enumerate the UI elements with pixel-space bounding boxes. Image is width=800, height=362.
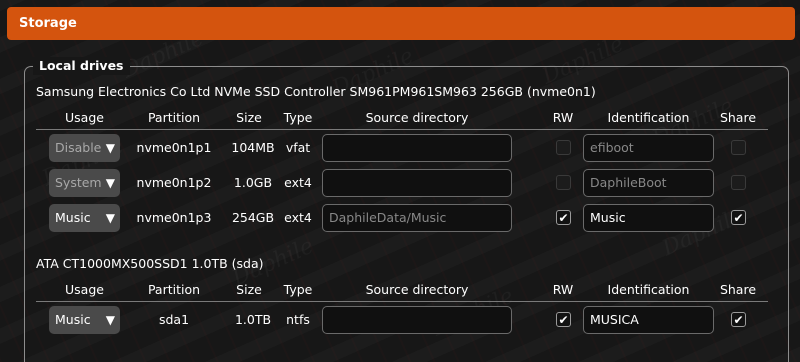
identification-input[interactable]: efiboot xyxy=(583,134,714,162)
drive-title: ATA CT1000MX500SSD1 1.0TB (sda) xyxy=(36,256,264,271)
column-header-usage: Usage xyxy=(65,282,104,297)
local-drives-legend: Local drives xyxy=(33,57,130,75)
partition-size: 1.0GB xyxy=(233,175,273,190)
share-checkbox[interactable]: ✔ xyxy=(731,210,746,225)
column-header-source: Source directory xyxy=(365,282,469,297)
column-header-partition: Partition xyxy=(147,110,201,125)
partition-size: 254GB xyxy=(231,210,275,225)
source-directory-input[interactable] xyxy=(322,169,512,197)
storage-header: Storage xyxy=(7,7,795,40)
rw-checkbox[interactable] xyxy=(556,175,571,190)
header-divider xyxy=(36,301,768,302)
partition-size: 104MB xyxy=(231,140,275,155)
header-divider xyxy=(36,129,768,130)
usage-select-value: Disable xyxy=(55,140,102,155)
rw-checkbox[interactable] xyxy=(556,140,571,155)
identification-input[interactable]: DaphileBoot xyxy=(583,169,714,197)
drive-title: Samsung Electronics Co Ltd NVMe SSD Cont… xyxy=(36,84,596,99)
page-title: Storage xyxy=(19,16,77,31)
usage-select-value: Music xyxy=(55,312,91,327)
rw-checkbox[interactable]: ✔ xyxy=(556,210,571,225)
column-header-type: Type xyxy=(283,282,313,297)
partition-name: nvme0n1p2 xyxy=(136,175,212,190)
column-header-usage: Usage xyxy=(65,110,104,125)
column-header-identification: Identification xyxy=(607,110,690,125)
column-header-size: Size xyxy=(236,282,262,297)
partition-type: ext4 xyxy=(284,210,312,225)
column-header-share: Share xyxy=(719,110,757,125)
check-icon: ✔ xyxy=(733,211,744,225)
usage-select-value: Music xyxy=(55,210,91,225)
share-checkbox[interactable] xyxy=(731,175,746,190)
share-checkbox[interactable] xyxy=(731,140,746,155)
check-icon: ✔ xyxy=(733,313,744,327)
column-header-partition: Partition xyxy=(147,282,201,297)
identification-input[interactable]: Music xyxy=(583,204,714,232)
partition-size: 1.0TB xyxy=(234,312,272,327)
rw-checkbox[interactable]: ✔ xyxy=(556,312,571,327)
column-header-type: Type xyxy=(283,110,313,125)
partition-type: ntfs xyxy=(286,312,310,327)
usage-select-value: System xyxy=(55,175,102,190)
share-checkbox[interactable]: ✔ xyxy=(731,312,746,327)
check-icon: ✔ xyxy=(558,211,569,225)
partition-name: nvme0n1p1 xyxy=(136,140,212,155)
source-directory-input[interactable] xyxy=(322,306,512,334)
partition-type: ext4 xyxy=(284,175,312,190)
chevron-down-icon: ▼ xyxy=(105,141,115,155)
column-header-size: Size xyxy=(236,110,262,125)
partition-type: vfat xyxy=(285,140,311,155)
usage-select[interactable]: System ▼ xyxy=(49,169,120,197)
column-header-rw: RW xyxy=(552,110,574,125)
partition-name: sda1 xyxy=(158,312,190,327)
column-header-source: Source directory xyxy=(365,110,469,125)
chevron-down-icon: ▼ xyxy=(105,176,115,190)
usage-select[interactable]: Disable ▼ xyxy=(49,134,120,162)
source-directory-input[interactable]: DaphileData/Music xyxy=(322,204,512,232)
check-icon: ✔ xyxy=(558,313,569,327)
source-directory-input[interactable] xyxy=(322,134,512,162)
chevron-down-icon: ▼ xyxy=(105,211,115,225)
partition-name: nvme0n1p3 xyxy=(136,210,212,225)
column-header-share: Share xyxy=(719,282,757,297)
usage-select[interactable]: Music ▼ xyxy=(49,306,120,334)
chevron-down-icon: ▼ xyxy=(105,313,115,327)
column-header-identification: Identification xyxy=(607,282,690,297)
identification-input[interactable]: MUSICA xyxy=(583,306,714,334)
usage-select[interactable]: Music ▼ xyxy=(49,204,120,232)
column-header-rw: RW xyxy=(552,282,574,297)
